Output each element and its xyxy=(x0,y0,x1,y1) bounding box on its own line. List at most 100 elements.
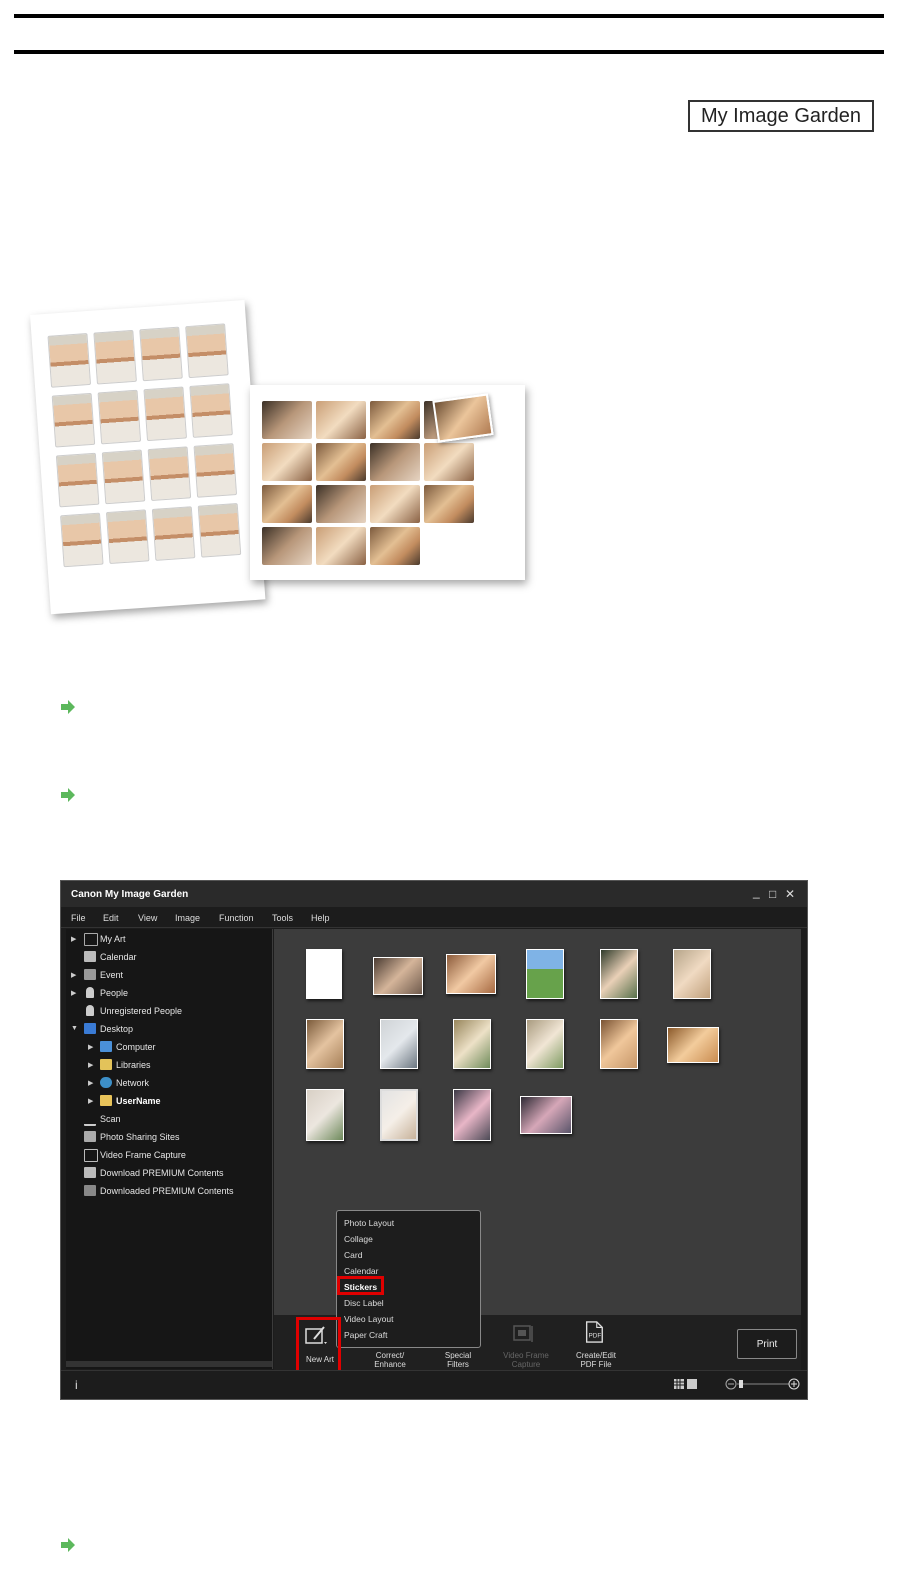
sample-photo xyxy=(47,333,92,388)
info-icon[interactable]: i xyxy=(75,1378,78,1392)
link-arrow-icon[interactable] xyxy=(60,787,76,803)
expand-icon[interactable]: ▶ xyxy=(71,935,76,943)
expand-icon[interactable]: ▶ xyxy=(88,1061,93,1069)
menu-image[interactable]: Image xyxy=(175,913,200,923)
menu-item-calendar[interactable]: Calendar xyxy=(344,1266,379,1276)
special-filters-button[interactable]: Special Filters xyxy=(433,1351,483,1369)
link-arrow-icon[interactable] xyxy=(60,699,76,715)
expand-icon[interactable]: ▶ xyxy=(88,1043,93,1051)
app-badge: My Image Garden xyxy=(688,100,874,132)
sample-photo xyxy=(55,452,100,508)
svg-text:PDF: PDF xyxy=(589,1333,602,1340)
event-icon xyxy=(84,969,96,980)
thumbnail-photo[interactable] xyxy=(526,949,564,999)
thumbnail-photo[interactable] xyxy=(453,1019,491,1069)
menu-item-photo-layout[interactable]: Photo Layout xyxy=(344,1218,394,1228)
menu-view[interactable]: View xyxy=(138,913,157,923)
thumbnail-photo[interactable] xyxy=(667,1027,719,1063)
network-icon xyxy=(100,1077,112,1088)
sample-photo xyxy=(93,329,137,385)
collapse-icon[interactable]: ▼ xyxy=(71,1025,78,1032)
top-rule xyxy=(14,14,884,18)
maximize-icon[interactable]: □ xyxy=(769,887,776,901)
sample-photo xyxy=(105,509,150,565)
status-bar: i xyxy=(61,1370,807,1399)
thumbnail-photo[interactable] xyxy=(526,1019,564,1069)
sample-photo xyxy=(370,485,420,523)
menu-item-video-layout[interactable]: Video Layout xyxy=(344,1314,393,1324)
menu-help[interactable]: Help xyxy=(311,913,330,923)
user-folder-icon xyxy=(100,1095,112,1106)
expand-icon[interactable]: ▶ xyxy=(88,1079,93,1087)
expand-icon[interactable]: ▶ xyxy=(88,1097,93,1105)
thumbnail-photo[interactable] xyxy=(520,1096,572,1134)
menu-item-card[interactable]: Card xyxy=(344,1250,362,1260)
expand-icon[interactable]: ▶ xyxy=(71,989,76,997)
new-art-highlight xyxy=(296,1317,341,1374)
sample-photo xyxy=(262,527,312,565)
title-bar: Canon My Image Garden _ □ ✕ xyxy=(61,881,807,907)
thumbnail-photo[interactable] xyxy=(306,1019,344,1069)
my-art-icon xyxy=(84,933,98,946)
sample-photo xyxy=(97,389,142,445)
menu-file[interactable]: File xyxy=(71,913,86,923)
thumbnail-photo[interactable] xyxy=(600,949,638,999)
sample-photo xyxy=(316,401,366,439)
correct-enhance-button[interactable]: Correct/ Enhance xyxy=(365,1351,415,1369)
view-toggle-icon[interactable] xyxy=(674,1379,698,1389)
computer-icon xyxy=(100,1041,112,1052)
sample-photo xyxy=(262,401,312,439)
sample-photo xyxy=(101,449,146,505)
print-button[interactable]: Print xyxy=(737,1329,797,1359)
sample-photo xyxy=(262,443,312,481)
sample-photo xyxy=(370,443,420,481)
sample-photo xyxy=(193,443,238,498)
sample-photo xyxy=(370,401,420,439)
sample-photo xyxy=(189,383,233,438)
create-edit-pdf-button[interactable]: Create/Edit PDF File xyxy=(571,1351,621,1369)
sample-photo xyxy=(139,326,183,382)
sample-photo xyxy=(316,443,366,481)
header-rule xyxy=(14,50,884,54)
thumbnail-photo[interactable] xyxy=(380,1019,418,1069)
sample-photo xyxy=(185,323,229,379)
thumbnail-photo[interactable] xyxy=(306,1089,344,1141)
thumbnail-video[interactable] xyxy=(373,957,423,995)
menu-function[interactable]: Function xyxy=(219,913,254,923)
thumbnail-photo[interactable] xyxy=(600,1019,638,1069)
link-arrow-icon[interactable] xyxy=(60,1537,76,1553)
thumbnail-my-art[interactable] xyxy=(306,949,342,999)
libraries-icon xyxy=(100,1059,112,1070)
sample-photo xyxy=(370,527,420,565)
pdf-icon: PDF xyxy=(585,1321,603,1343)
sample-photo xyxy=(147,446,192,501)
menu-item-disc-label[interactable]: Disc Label xyxy=(344,1298,384,1308)
photo-sheet-id-photos xyxy=(30,300,266,615)
sidebar-scrollbar[interactable] xyxy=(66,1361,272,1367)
people-icon xyxy=(86,987,94,998)
expand-icon[interactable]: ▶ xyxy=(71,971,76,979)
video-frame-capture-button[interactable]: Video Frame Capture xyxy=(501,1351,551,1369)
menu-item-collage[interactable]: Collage xyxy=(344,1234,373,1244)
zoom-slider[interactable] xyxy=(725,1377,801,1391)
window-title: Canon My Image Garden xyxy=(71,889,189,900)
sample-photo xyxy=(143,386,187,442)
menu-tools[interactable]: Tools xyxy=(272,913,293,923)
desktop-icon xyxy=(84,1023,96,1034)
menu-item-paper-craft[interactable]: Paper Craft xyxy=(344,1330,387,1340)
photo-sheet-collage xyxy=(250,385,525,580)
thumbnail-photo[interactable] xyxy=(673,949,711,999)
menu-edit[interactable]: Edit xyxy=(103,913,119,923)
tilted-photo xyxy=(432,393,494,443)
scan-icon xyxy=(84,1113,96,1126)
minimize-icon[interactable]: _ xyxy=(753,885,760,899)
thumbnail-photo[interactable] xyxy=(446,954,496,994)
thumbnail-photo[interactable] xyxy=(453,1089,491,1141)
sample-photo xyxy=(197,502,242,558)
stickers-highlight xyxy=(337,1276,384,1295)
sample-photo xyxy=(316,527,366,565)
close-icon[interactable]: ✕ xyxy=(785,887,795,901)
video-frame-capture-icon xyxy=(513,1325,533,1342)
sample-photo xyxy=(151,506,196,561)
thumbnail-photo-selected[interactable] xyxy=(380,1089,418,1141)
